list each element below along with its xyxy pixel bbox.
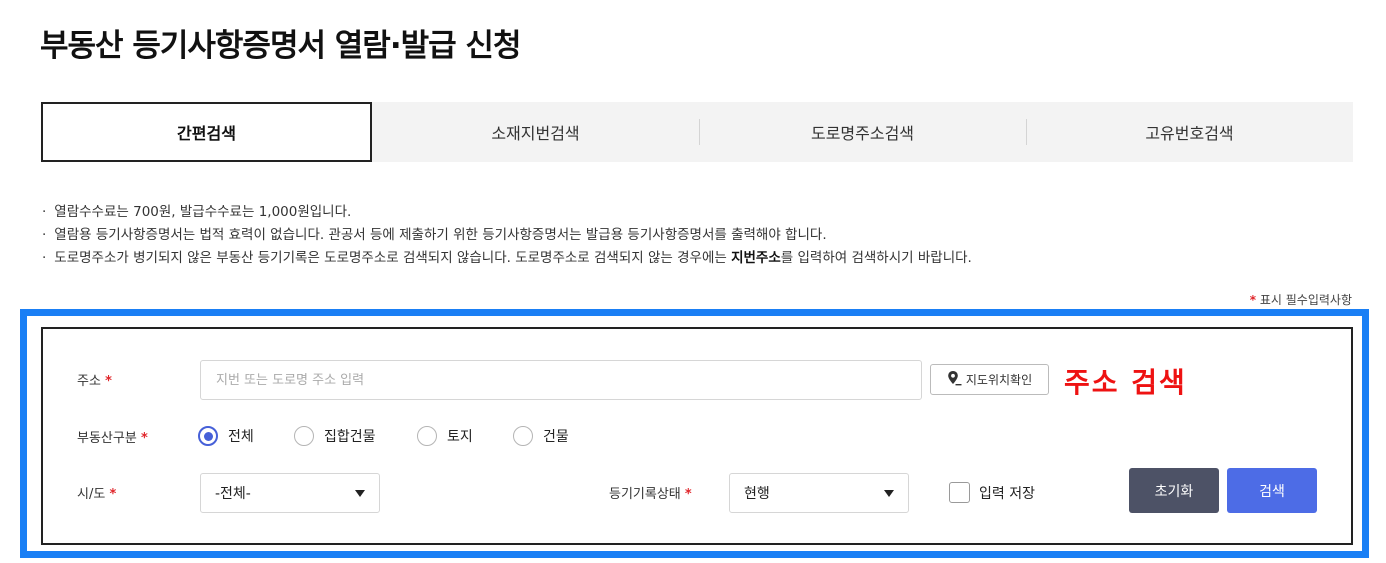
- required-star: *: [105, 374, 112, 389]
- radio-all[interactable]: 전체: [198, 426, 254, 446]
- bullet: ·: [42, 227, 47, 243]
- save-input-checkbox[interactable]: 입력 저장: [949, 482, 1035, 503]
- search-form: 주소 * 지도위치확인 주소 검색 부동산구분 * 전체 집합건물 토지 건물: [41, 327, 1353, 545]
- region-select[interactable]: -전체-: [200, 473, 380, 513]
- record-status-select[interactable]: 현행: [729, 473, 909, 513]
- search-button[interactable]: 검색: [1227, 468, 1317, 513]
- radio-label: 토지: [447, 429, 473, 445]
- tab-simple-search[interactable]: 간편검색: [41, 102, 372, 162]
- radio-land[interactable]: 토지: [417, 426, 473, 446]
- address-input[interactable]: [200, 360, 922, 400]
- address-label-text: 주소: [77, 374, 101, 389]
- caret-down-icon: [884, 490, 894, 497]
- tab-label: 소재지번검색: [491, 124, 580, 143]
- record-status-label: 등기기록상태 *: [609, 483, 692, 502]
- notice-text: 열람용 등기사항증명서는 법적 효력이 없습니다. 관공서 등에 제출하기 위한…: [54, 227, 827, 243]
- record-status-label-text: 등기기록상태: [609, 487, 681, 502]
- notice-item: · 열람수수료는 700원, 발급수수료는 1,000원입니다.: [42, 201, 972, 224]
- radio-circle: [513, 426, 533, 446]
- required-star: *: [140, 431, 148, 446]
- radio-label: 전체: [228, 429, 254, 445]
- page-title: 부동산 등기사항증명서 열람·발급 신청: [40, 28, 521, 64]
- map-button-label: 지도위치확인: [965, 373, 1033, 387]
- tab-label: 간편검색: [177, 124, 236, 143]
- tab-unique-number-search[interactable]: 고유번호검색: [1026, 102, 1353, 162]
- reset-button[interactable]: 초기화: [1129, 468, 1219, 513]
- notice-text: 도로명주소가 병기되지 않은 부동산 등기기록은 도로명주소로 검색되지 않습니…: [54, 250, 732, 266]
- radio-building[interactable]: 건물: [513, 426, 569, 446]
- region-label: 시/도 *: [77, 483, 116, 502]
- address-search-annotation: 주소 검색: [1064, 366, 1187, 399]
- required-note-text: 표시 필수입력사항: [1256, 293, 1352, 307]
- caret-down-icon: [355, 490, 365, 497]
- required-star: *: [684, 487, 692, 502]
- record-status-selected-value: 현행: [744, 486, 770, 502]
- radio-circle: [294, 426, 314, 446]
- required-field-note: * 표시 필수입력사항: [1250, 291, 1352, 308]
- checkbox-box: [949, 482, 970, 503]
- region-label-text: 시/도: [77, 487, 106, 502]
- bullet: ·: [42, 204, 47, 220]
- notice-text: 를 입력하여 검색하시기 바랍니다.: [780, 250, 972, 266]
- tab-lot-number-search[interactable]: 소재지번검색: [372, 102, 699, 162]
- tab-road-address-search[interactable]: 도로명주소검색: [699, 102, 1026, 162]
- radio-circle: [198, 426, 218, 446]
- property-type-label: 부동산구분 *: [77, 427, 148, 446]
- region-selected-value: -전체-: [215, 486, 251, 502]
- radio-label: 집합건물: [324, 429, 376, 445]
- radio-circle: [417, 426, 437, 446]
- map-pin-icon: [947, 370, 962, 389]
- radio-label: 건물: [543, 429, 569, 445]
- notice-emphasis: 지번주소: [731, 250, 781, 266]
- tab-label: 고유번호검색: [1145, 124, 1234, 143]
- notice-text: 열람수수료는 700원, 발급수수료는 1,000원입니다.: [54, 204, 352, 220]
- bullet: ·: [42, 250, 47, 266]
- notice-list: · 열람수수료는 700원, 발급수수료는 1,000원입니다. · 열람용 등기사…: [42, 201, 972, 270]
- notice-item: · 열람용 등기사항증명서는 법적 효력이 없습니다. 관공서 등에 제출하기 위…: [42, 224, 972, 247]
- checkbox-label: 입력 저장: [979, 485, 1035, 502]
- search-tabs: 간편검색 소재지번검색 도로명주소검색 고유번호검색: [41, 102, 1353, 162]
- address-label: 주소 *: [77, 370, 112, 389]
- map-location-button[interactable]: 지도위치확인: [930, 364, 1049, 395]
- tab-label: 도로명주소검색: [810, 124, 915, 143]
- notice-item: · 도로명주소가 병기되지 않은 부동산 등기기록은 도로명주소로 검색되지 않습…: [42, 247, 972, 270]
- radio-collective-building[interactable]: 집합건물: [294, 426, 376, 446]
- property-type-label-text: 부동산구분: [77, 431, 137, 446]
- required-star: *: [109, 487, 117, 502]
